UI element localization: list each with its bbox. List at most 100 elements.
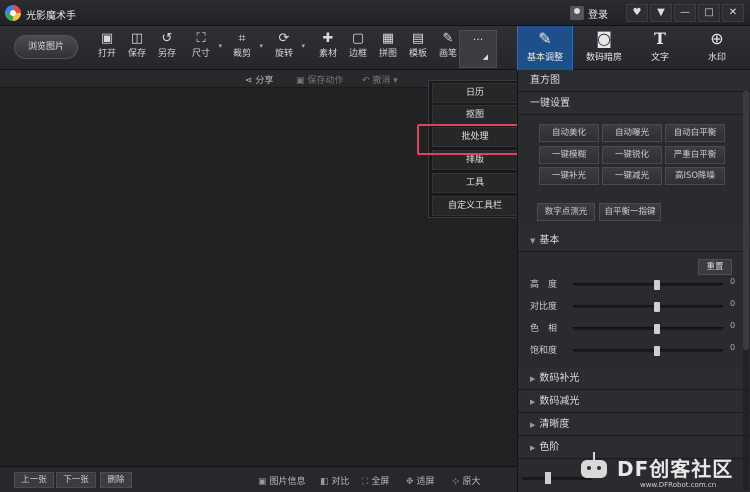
slider-label-hue: 色 相 bbox=[530, 324, 558, 334]
histogram-header[interactable]: 直方图 bbox=[518, 70, 750, 92]
menu-item-cutout[interactable]: 抠图 bbox=[432, 105, 518, 125]
darkroom-icon: ◙ bbox=[596, 29, 612, 48]
tab-watermark-label: 水印 bbox=[707, 53, 726, 63]
tool-open[interactable]: ▣ 打开 bbox=[92, 30, 122, 66]
section-reduce-light[interactable]: ▶ 数码减光 bbox=[518, 391, 750, 413]
one-click-reduce-light-button[interactable]: 一键减光 bbox=[602, 167, 662, 185]
saturation-slider[interactable] bbox=[573, 346, 723, 356]
share-icon: ⋖ bbox=[245, 76, 256, 86]
app-logo-icon bbox=[5, 5, 21, 21]
contrast-slider[interactable] bbox=[573, 302, 723, 312]
reset-button[interactable]: 重置 bbox=[698, 259, 732, 275]
tool-material[interactable]: ✚ 素材 bbox=[313, 30, 343, 66]
auto-white-balance-button[interactable]: 自动白平衡 bbox=[665, 124, 725, 142]
text-icon: T bbox=[654, 29, 666, 48]
tool-resize-label: 尺寸 bbox=[191, 49, 210, 59]
chevron-down-icon[interactable]: ▾ bbox=[218, 42, 222, 50]
hue-slider-thumb[interactable] bbox=[654, 324, 660, 334]
share-button[interactable]: ⋖ 分享 bbox=[245, 73, 273, 86]
tool-border[interactable]: ▢ 边框 bbox=[343, 30, 373, 66]
chevron-down-icon[interactable]: ▾ bbox=[301, 42, 305, 50]
tab-watermark[interactable]: ⊕ 水印 bbox=[689, 26, 745, 70]
hue-slider[interactable] bbox=[573, 324, 723, 334]
chevron-right-icon: ▶ bbox=[530, 398, 536, 406]
chevron-right-icon: ▶ bbox=[530, 421, 536, 429]
slider-label-saturation: 饱和度 bbox=[530, 346, 558, 356]
tool-rotate-label: 旋转 bbox=[274, 49, 293, 59]
tab-text[interactable]: T 文字 bbox=[632, 26, 688, 70]
watermark-text: DF创客社区 bbox=[617, 456, 734, 481]
panel-scrollbar[interactable] bbox=[743, 90, 749, 490]
corner-arrow-icon: ◢ bbox=[482, 53, 488, 61]
compare-button[interactable]: ◧ 对比 bbox=[320, 474, 350, 487]
more-tools-button[interactable]: ··· ◢ bbox=[459, 30, 497, 68]
basic-adjust-icon: ✎ bbox=[538, 29, 552, 48]
one-click-sharpen-button[interactable]: 一键锐化 bbox=[602, 146, 662, 164]
auto-exposure-button[interactable]: 自动曝光 bbox=[602, 124, 662, 142]
next-image-button[interactable]: 下一张 bbox=[56, 472, 96, 488]
section-levels-title: 色阶 bbox=[539, 442, 560, 453]
original-size-button[interactable]: ⊹ 原大 bbox=[452, 474, 481, 487]
panel-scrollbar-thumb[interactable] bbox=[743, 90, 749, 350]
basic-header[interactable]: ▼ 基本 bbox=[518, 230, 750, 252]
browse-images-button[interactable]: 浏览图片 bbox=[14, 35, 78, 59]
tool-template[interactable]: ▤ 模板 bbox=[403, 30, 433, 66]
save-action-button[interactable]: ▣ 保存动作 bbox=[296, 73, 343, 86]
prev-image-button[interactable]: 上一张 bbox=[14, 472, 54, 488]
fit-icon: ✥ bbox=[406, 477, 414, 487]
tool-resize[interactable]: ⛶ 尺寸 ▾ bbox=[186, 30, 222, 66]
image-info-button[interactable]: ▣ 图片信息 bbox=[258, 474, 306, 487]
menu-button[interactable]: ▼ bbox=[650, 4, 672, 22]
close-button[interactable]: ✕ bbox=[722, 4, 744, 22]
one-click-title: 一键设置 bbox=[530, 98, 570, 109]
tool-save-as-label: 另存 bbox=[157, 49, 176, 59]
chevron-down-icon: ▼ bbox=[530, 237, 536, 245]
fullscreen-button[interactable]: ⛶ 全屏 bbox=[362, 474, 389, 487]
login-button[interactable]: 登录 bbox=[570, 4, 608, 22]
zoom-slider-thumb[interactable] bbox=[545, 472, 551, 484]
watermark-url: www.DFRobot.com.cn bbox=[640, 481, 717, 489]
skin-button[interactable]: ♥ bbox=[626, 4, 648, 22]
section-clarity[interactable]: ▶ 清晰度 bbox=[518, 414, 750, 436]
tool-save-as[interactable]: ↺ 另存 bbox=[152, 30, 182, 66]
one-click-fill-light-button[interactable]: 一键补光 bbox=[539, 167, 599, 185]
brightness-slider-thumb[interactable] bbox=[654, 280, 660, 290]
tool-crop[interactable]: ⌗ 裁剪 ▾ bbox=[227, 30, 263, 66]
one-click-header[interactable]: 一键设置 bbox=[518, 93, 750, 115]
tool-rotate[interactable]: ⟳ 旋转 ▾ bbox=[269, 30, 305, 66]
chevron-down-icon[interactable]: ▾ bbox=[259, 42, 263, 50]
auto-beautify-button[interactable]: 自动美化 bbox=[539, 124, 599, 142]
hue-value: 0 bbox=[730, 321, 736, 330]
menu-item-tools[interactable]: 工具 bbox=[432, 173, 518, 193]
tab-basic-adjust[interactable]: ✎ 基本调整 bbox=[517, 26, 573, 70]
high-iso-denoise-button[interactable]: 高ISO降噪 bbox=[665, 167, 725, 185]
tab-text-label: 文字 bbox=[650, 53, 669, 63]
menu-item-custom-toolbar[interactable]: 自定义工具栏 bbox=[432, 196, 518, 216]
tool-save[interactable]: ◫ 保存 bbox=[122, 30, 152, 66]
one-click-blur-button[interactable]: 一键模糊 bbox=[539, 146, 599, 164]
section-fill-light[interactable]: ▶ 数码补光 bbox=[518, 368, 750, 390]
auto-balance-button[interactable]: 自平衡一指键 bbox=[599, 203, 661, 221]
menu-item-calendar[interactable]: 日历 bbox=[432, 83, 518, 103]
minimize-button[interactable]: — bbox=[674, 4, 696, 22]
delete-button[interactable]: 删除 bbox=[100, 472, 132, 488]
basic-title: 基本 bbox=[539, 235, 560, 246]
fullscreen-label: 全屏 bbox=[371, 477, 390, 487]
fit-screen-button[interactable]: ✥ 适屏 bbox=[406, 474, 435, 487]
maximize-button[interactable]: □ bbox=[698, 4, 720, 22]
border-icon: ▢ bbox=[351, 31, 365, 46]
chevron-right-icon: ▶ bbox=[530, 444, 536, 452]
strong-white-balance-button[interactable]: 严重白平衡 bbox=[665, 146, 725, 164]
spot-metering-button[interactable]: 数字点测光 bbox=[537, 203, 595, 221]
section-fill-light-title: 数码补光 bbox=[539, 373, 580, 384]
slider-label-contrast: 对比度 bbox=[530, 302, 558, 312]
brightness-slider[interactable] bbox=[573, 280, 723, 290]
tool-collage[interactable]: ▦ 拼图 bbox=[373, 30, 403, 66]
saturation-slider-thumb[interactable] bbox=[654, 346, 660, 356]
user-icon bbox=[570, 6, 584, 20]
contrast-slider-thumb[interactable] bbox=[654, 302, 660, 312]
open-icon: ▣ bbox=[100, 31, 114, 46]
tab-darkroom[interactable]: ◙ 数码暗房 bbox=[576, 26, 632, 70]
undo-button[interactable]: ↶ 撤消 ▾ bbox=[362, 73, 398, 86]
more-icon: ··· bbox=[472, 33, 484, 46]
